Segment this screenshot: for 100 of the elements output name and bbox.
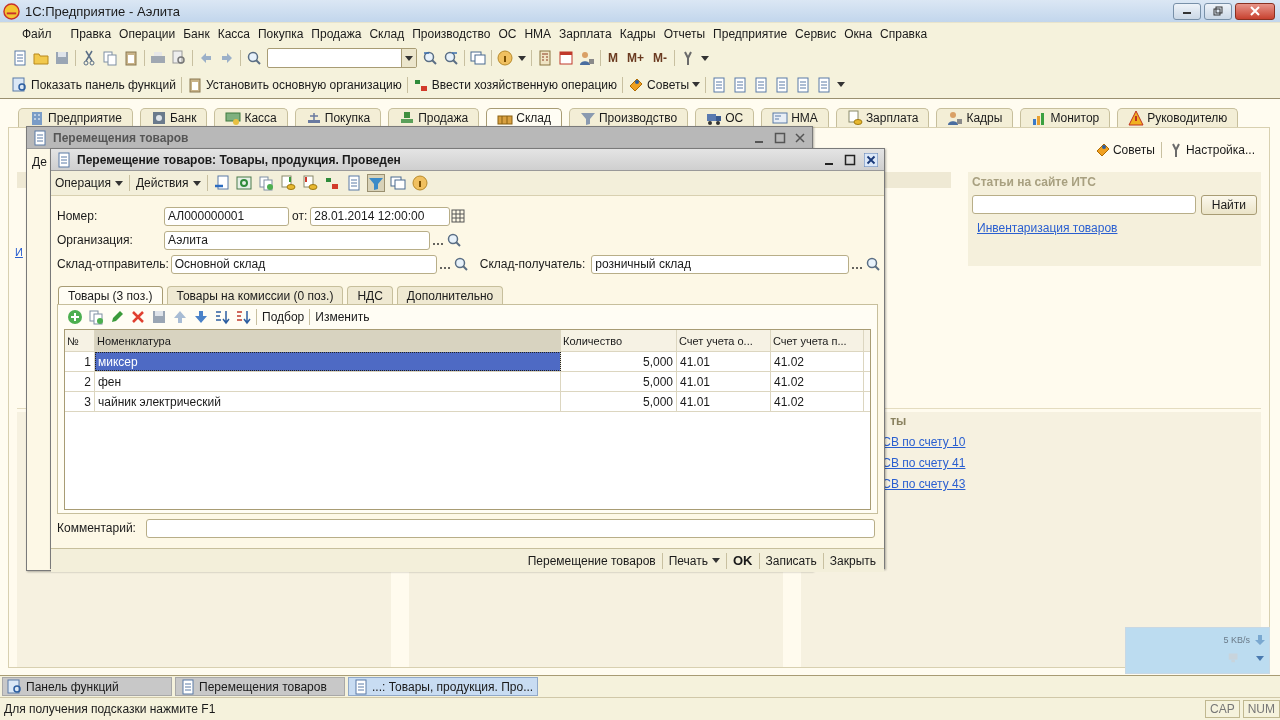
- print-preview-icon[interactable]: [171, 50, 187, 66]
- add-icon[interactable]: [67, 309, 83, 325]
- menu-item[interactable]: Правка: [66, 27, 116, 41]
- caret-icon[interactable]: [518, 55, 526, 61]
- command-button[interactable]: Показать панель функций: [12, 76, 176, 93]
- user-icon[interactable]: [579, 50, 595, 66]
- maximize-icon[interactable]: [844, 153, 856, 166]
- column-header[interactable]: Счет учета п...: [771, 330, 864, 351]
- report-icon[interactable]: [732, 76, 749, 93]
- menu-item[interactable]: Банк: [179, 27, 214, 41]
- menu-item[interactable]: Сервис: [791, 27, 841, 41]
- sender-field[interactable]: Основной склад: [170, 254, 437, 274]
- command-button[interactable]: Ввести хозяйственную операцию: [412, 76, 618, 93]
- report-icon[interactable]: [711, 76, 728, 93]
- filter-icon[interactable]: [367, 175, 384, 191]
- scissors-icon[interactable]: [81, 50, 97, 66]
- report-icon[interactable]: [795, 76, 812, 93]
- pencil-icon[interactable]: [109, 309, 125, 325]
- find-next-icon[interactable]: [422, 50, 438, 66]
- sort-ascending-icon[interactable]: [214, 309, 230, 325]
- menu-item[interactable]: Файл: [18, 27, 67, 41]
- column-header[interactable]: Количество: [561, 330, 677, 351]
- document-arrow-icon[interactable]: [213, 175, 230, 191]
- link[interactable]: И: [10, 246, 23, 258]
- find-previous-icon[interactable]: [443, 50, 459, 66]
- column-header[interactable]: Номенклатура: [95, 330, 561, 351]
- search-icon[interactable]: [452, 256, 469, 272]
- tab[interactable]: НДС: [347, 286, 393, 304]
- toolbar-button[interactable]: Подбор: [262, 310, 305, 324]
- down-arrow-icon[interactable]: [193, 309, 209, 325]
- tab[interactable]: Товары на комиссии (0 поз.): [166, 286, 344, 304]
- memory-button[interactable]: M-: [651, 51, 669, 65]
- table-cell[interactable]: чайник электрический: [95, 392, 561, 411]
- toolbar-text[interactable]: Де: [32, 155, 47, 169]
- minimize-button[interactable]: [1173, 2, 1201, 20]
- toolbar-button[interactable]: Изменить: [315, 310, 370, 324]
- tab[interactable]: Дополнительно: [396, 286, 504, 304]
- search-icon[interactable]: [865, 256, 882, 272]
- section-tab[interactable]: Кадры: [936, 108, 1014, 127]
- section-tab[interactable]: Руководителю: [1117, 108, 1239, 127]
- printer-icon[interactable]: [150, 50, 166, 66]
- tips-button[interactable]: Советы: [1094, 142, 1155, 158]
- report-icon[interactable]: [774, 76, 791, 93]
- find-button[interactable]: Найти: [1200, 195, 1257, 215]
- restore-button[interactable]: [1204, 2, 1232, 20]
- comment-field[interactable]: [146, 518, 875, 538]
- menu-item[interactable]: Кадры: [615, 27, 660, 41]
- list-icon[interactable]: [345, 175, 362, 191]
- folder-icon[interactable]: [33, 50, 49, 66]
- windows-icon[interactable]: [470, 50, 486, 66]
- date-field[interactable]: 28.01.2014 12:00:00: [310, 206, 451, 226]
- menu-button[interactable]: Действия: [135, 176, 201, 190]
- report-icon[interactable]: [753, 76, 770, 93]
- document-coins-icon[interactable]: [301, 175, 318, 191]
- menu-item[interactable]: Склад: [365, 27, 409, 41]
- window-tab[interactable]: Панель функций: [2, 677, 172, 696]
- footer-button[interactable]: Печать: [668, 553, 720, 568]
- memory-button[interactable]: M+: [625, 51, 646, 65]
- window-tab[interactable]: Перемещения товаров: [175, 677, 345, 696]
- delete-icon[interactable]: [130, 309, 146, 325]
- close-icon[interactable]: [864, 152, 878, 167]
- calendar-icon[interactable]: [558, 50, 574, 66]
- menu-item[interactable]: Окна: [840, 27, 877, 41]
- menu-item[interactable]: Предприятие: [709, 27, 792, 41]
- menu-item[interactable]: Отчеты: [659, 27, 710, 41]
- menu-item[interactable]: Операции: [115, 27, 180, 41]
- footer-button[interactable]: Перемещение товаров: [527, 553, 656, 568]
- table-cell[interactable]: миксер: [95, 352, 561, 371]
- add-copy-icon[interactable]: [257, 175, 274, 191]
- receiver-field[interactable]: розничный склад: [591, 254, 850, 274]
- menu-item[interactable]: Справка: [876, 27, 932, 41]
- add-copy-icon[interactable]: [88, 309, 104, 325]
- section-tab[interactable]: Монитор: [1020, 108, 1111, 127]
- refresh-icon[interactable]: [235, 175, 252, 191]
- section-tab[interactable]: Зарплата: [835, 108, 930, 127]
- document-coins-icon[interactable]: [279, 175, 296, 191]
- calendar-icon[interactable]: [450, 208, 467, 224]
- caret-icon[interactable]: [837, 82, 846, 87]
- settings-button[interactable]: Настройка...: [1167, 142, 1255, 158]
- calculator-icon[interactable]: [537, 50, 553, 66]
- sort-descending-icon[interactable]: [235, 309, 251, 325]
- menu-item[interactable]: Продажа: [307, 27, 366, 41]
- table-cell[interactable]: фен: [95, 372, 561, 391]
- organization-field[interactable]: Аэлита: [164, 230, 430, 250]
- article-link[interactable]: Инвентаризация товаров: [972, 221, 1257, 235]
- help-icon[interactable]: [411, 175, 428, 191]
- search-field[interactable]: [972, 195, 1196, 214]
- window-tab[interactable]: ...: Товары, продукция. Про...: [348, 677, 539, 696]
- menu-item[interactable]: Зарплата: [555, 27, 616, 41]
- search-icon[interactable]: [446, 232, 462, 248]
- menu-item[interactable]: НМА: [520, 27, 556, 41]
- debit-credit-icon[interactable]: [323, 175, 340, 191]
- info-icon[interactable]: [497, 50, 513, 66]
- footer-button[interactable]: Закрыть: [829, 553, 876, 568]
- menu-item[interactable]: ОС: [494, 27, 521, 41]
- columns-icon[interactable]: [389, 175, 406, 191]
- menu-item[interactable]: Покупка: [254, 27, 308, 41]
- close-button[interactable]: [1235, 2, 1275, 20]
- memory-button[interactable]: M: [606, 51, 620, 65]
- caret-icon[interactable]: [701, 55, 709, 61]
